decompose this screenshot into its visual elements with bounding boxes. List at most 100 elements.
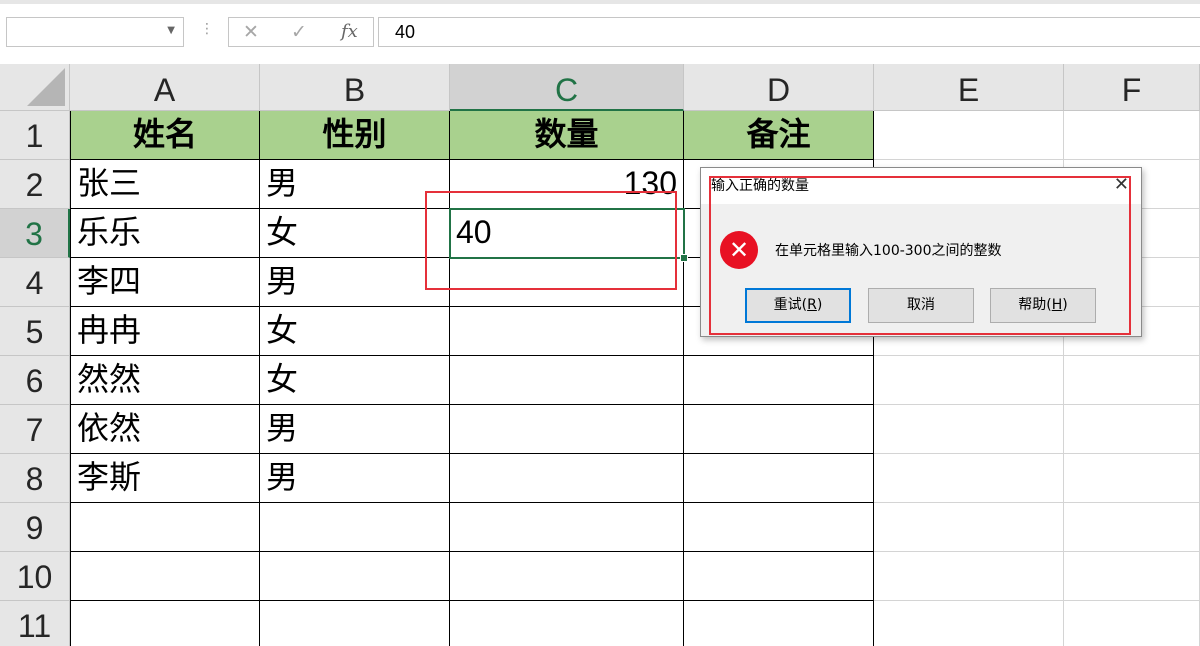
header-cell-gender[interactable]: 性别 [260,111,450,160]
formula-buttons: ✕ ✓ fx [228,17,374,47]
cell-a6[interactable]: 然然 [70,356,260,405]
cell-d8[interactable] [684,454,874,503]
cell-e6[interactable] [874,356,1064,405]
cell-e8[interactable] [874,454,1064,503]
cell-b6[interactable]: 女 [260,356,450,405]
cell-f6[interactable] [1064,356,1200,405]
ribbon-divider [0,0,1200,4]
column-header-a[interactable]: A [70,64,260,111]
cell-c4[interactable] [450,258,684,307]
column-header-d[interactable]: D [684,64,874,111]
cell-f1[interactable] [1064,111,1200,160]
select-all-icon [27,68,65,106]
column-header-e[interactable]: E [874,64,1064,111]
column-header-b[interactable]: B [260,64,450,111]
cell-f10[interactable] [1064,552,1200,601]
cell-c10[interactable] [450,552,684,601]
cell-a2[interactable]: 张三 [70,160,260,209]
header-cell-name[interactable]: 姓名 [70,111,260,160]
cell-b2[interactable]: 男 [260,160,450,209]
select-all-button[interactable] [0,64,70,111]
cell-f9[interactable] [1064,503,1200,552]
row-header-3[interactable]: 3 [0,209,70,258]
cell-e9[interactable] [874,503,1064,552]
header-cell-qty[interactable]: 数量 [450,111,684,160]
row-header-10[interactable]: 10 [0,552,70,601]
formula-input[interactable]: 40 [378,17,1200,47]
help-button[interactable]: 帮助(H) [990,288,1096,323]
cell-a9[interactable] [70,503,260,552]
cell-d10[interactable] [684,552,874,601]
cell-b3[interactable]: 女 [260,209,450,258]
row-header-5[interactable]: 5 [0,307,70,356]
error-icon: ✕ [720,231,758,269]
cell-c9[interactable] [450,503,684,552]
formula-bar-grip-icon[interactable]: ⋮ [200,22,214,36]
cell-b10[interactable] [260,552,450,601]
cell-e11[interactable] [874,601,1064,646]
retry-button[interactable]: 重试(R) [745,288,851,323]
name-box[interactable]: ▼ [6,17,184,47]
column-header-c[interactable]: C [450,64,684,111]
row-header-11[interactable]: 11 [0,601,70,646]
cell-a5[interactable]: 冉冉 [70,307,260,356]
help-button-accelerator: H [1051,297,1063,313]
retry-button-label: 重试( [773,297,808,313]
cell-a10[interactable] [70,552,260,601]
cell-b5[interactable]: 女 [260,307,450,356]
cell-a8[interactable]: 李斯 [70,454,260,503]
cell-b11[interactable] [260,601,450,646]
excel-window: ▼ ⋮ ✕ ✓ fx 40 A B C D E F 1 2 3 4 5 6 7 … [0,0,1200,646]
help-button-label: 帮助( [1018,297,1052,313]
cell-c5[interactable] [450,307,684,356]
cell-e1[interactable] [874,111,1064,160]
help-button-label-suffix: ) [1062,297,1068,313]
cancel-button[interactable]: 取消 [868,288,974,323]
row-header-7[interactable]: 7 [0,405,70,454]
cell-a7[interactable]: 依然 [70,405,260,454]
close-icon[interactable]: ✕ [1114,174,1129,196]
row-header-4[interactable]: 4 [0,258,70,307]
dialog-title-bar[interactable]: 输入正确的数量 [701,168,1141,204]
cell-e7[interactable] [874,405,1064,454]
cell-f11[interactable] [1064,601,1200,646]
cell-c3-editing[interactable]: 40 [450,209,684,258]
name-box-dropdown-icon[interactable]: ▼ [167,25,175,36]
dialog-title: 输入正确的数量 [711,178,809,194]
row-header-8[interactable]: 8 [0,454,70,503]
row-header-9[interactable]: 9 [0,503,70,552]
cell-f8[interactable] [1064,454,1200,503]
cell-c8[interactable] [450,454,684,503]
dialog-message: 在单元格里输入100-300之间的整数 [775,243,1002,259]
retry-button-label-suffix: ) [816,297,823,313]
row-header-6[interactable]: 6 [0,356,70,405]
cell-b8[interactable]: 男 [260,454,450,503]
header-cell-note[interactable]: 备注 [684,111,874,160]
cell-a4[interactable]: 李四 [70,258,260,307]
cancel-entry-icon[interactable]: ✕ [243,20,259,44]
cell-d7[interactable] [684,405,874,454]
validation-error-dialog: 输入正确的数量 ✕ ✕ 在单元格里输入100-300之间的整数 重试(R) 取消… [700,167,1142,337]
cell-f7[interactable] [1064,405,1200,454]
cell-d6[interactable] [684,356,874,405]
cell-b4[interactable]: 男 [260,258,450,307]
cell-c11[interactable] [450,601,684,646]
cell-c7[interactable] [450,405,684,454]
formula-bar: ▼ ⋮ ✕ ✓ fx 40 [0,0,1200,64]
cell-d11[interactable] [684,601,874,646]
insert-function-icon[interactable]: fx [341,20,358,44]
cell-d9[interactable] [684,503,874,552]
cell-b7[interactable]: 男 [260,405,450,454]
worksheet-grid: A B C D E F 1 2 3 4 5 6 7 8 9 10 11 姓名 性… [0,64,1200,646]
cell-e10[interactable] [874,552,1064,601]
column-header-f[interactable]: F [1064,64,1200,111]
cell-b9[interactable] [260,503,450,552]
cell-a3[interactable]: 乐乐 [70,209,260,258]
row-header-2[interactable]: 2 [0,160,70,209]
confirm-entry-icon[interactable]: ✓ [291,20,307,44]
cell-a11[interactable] [70,601,260,646]
row-header-1[interactable]: 1 [0,111,70,160]
cell-c2[interactable]: 130 [450,160,684,209]
cell-c6[interactable] [450,356,684,405]
retry-button-accelerator: R [807,297,817,313]
